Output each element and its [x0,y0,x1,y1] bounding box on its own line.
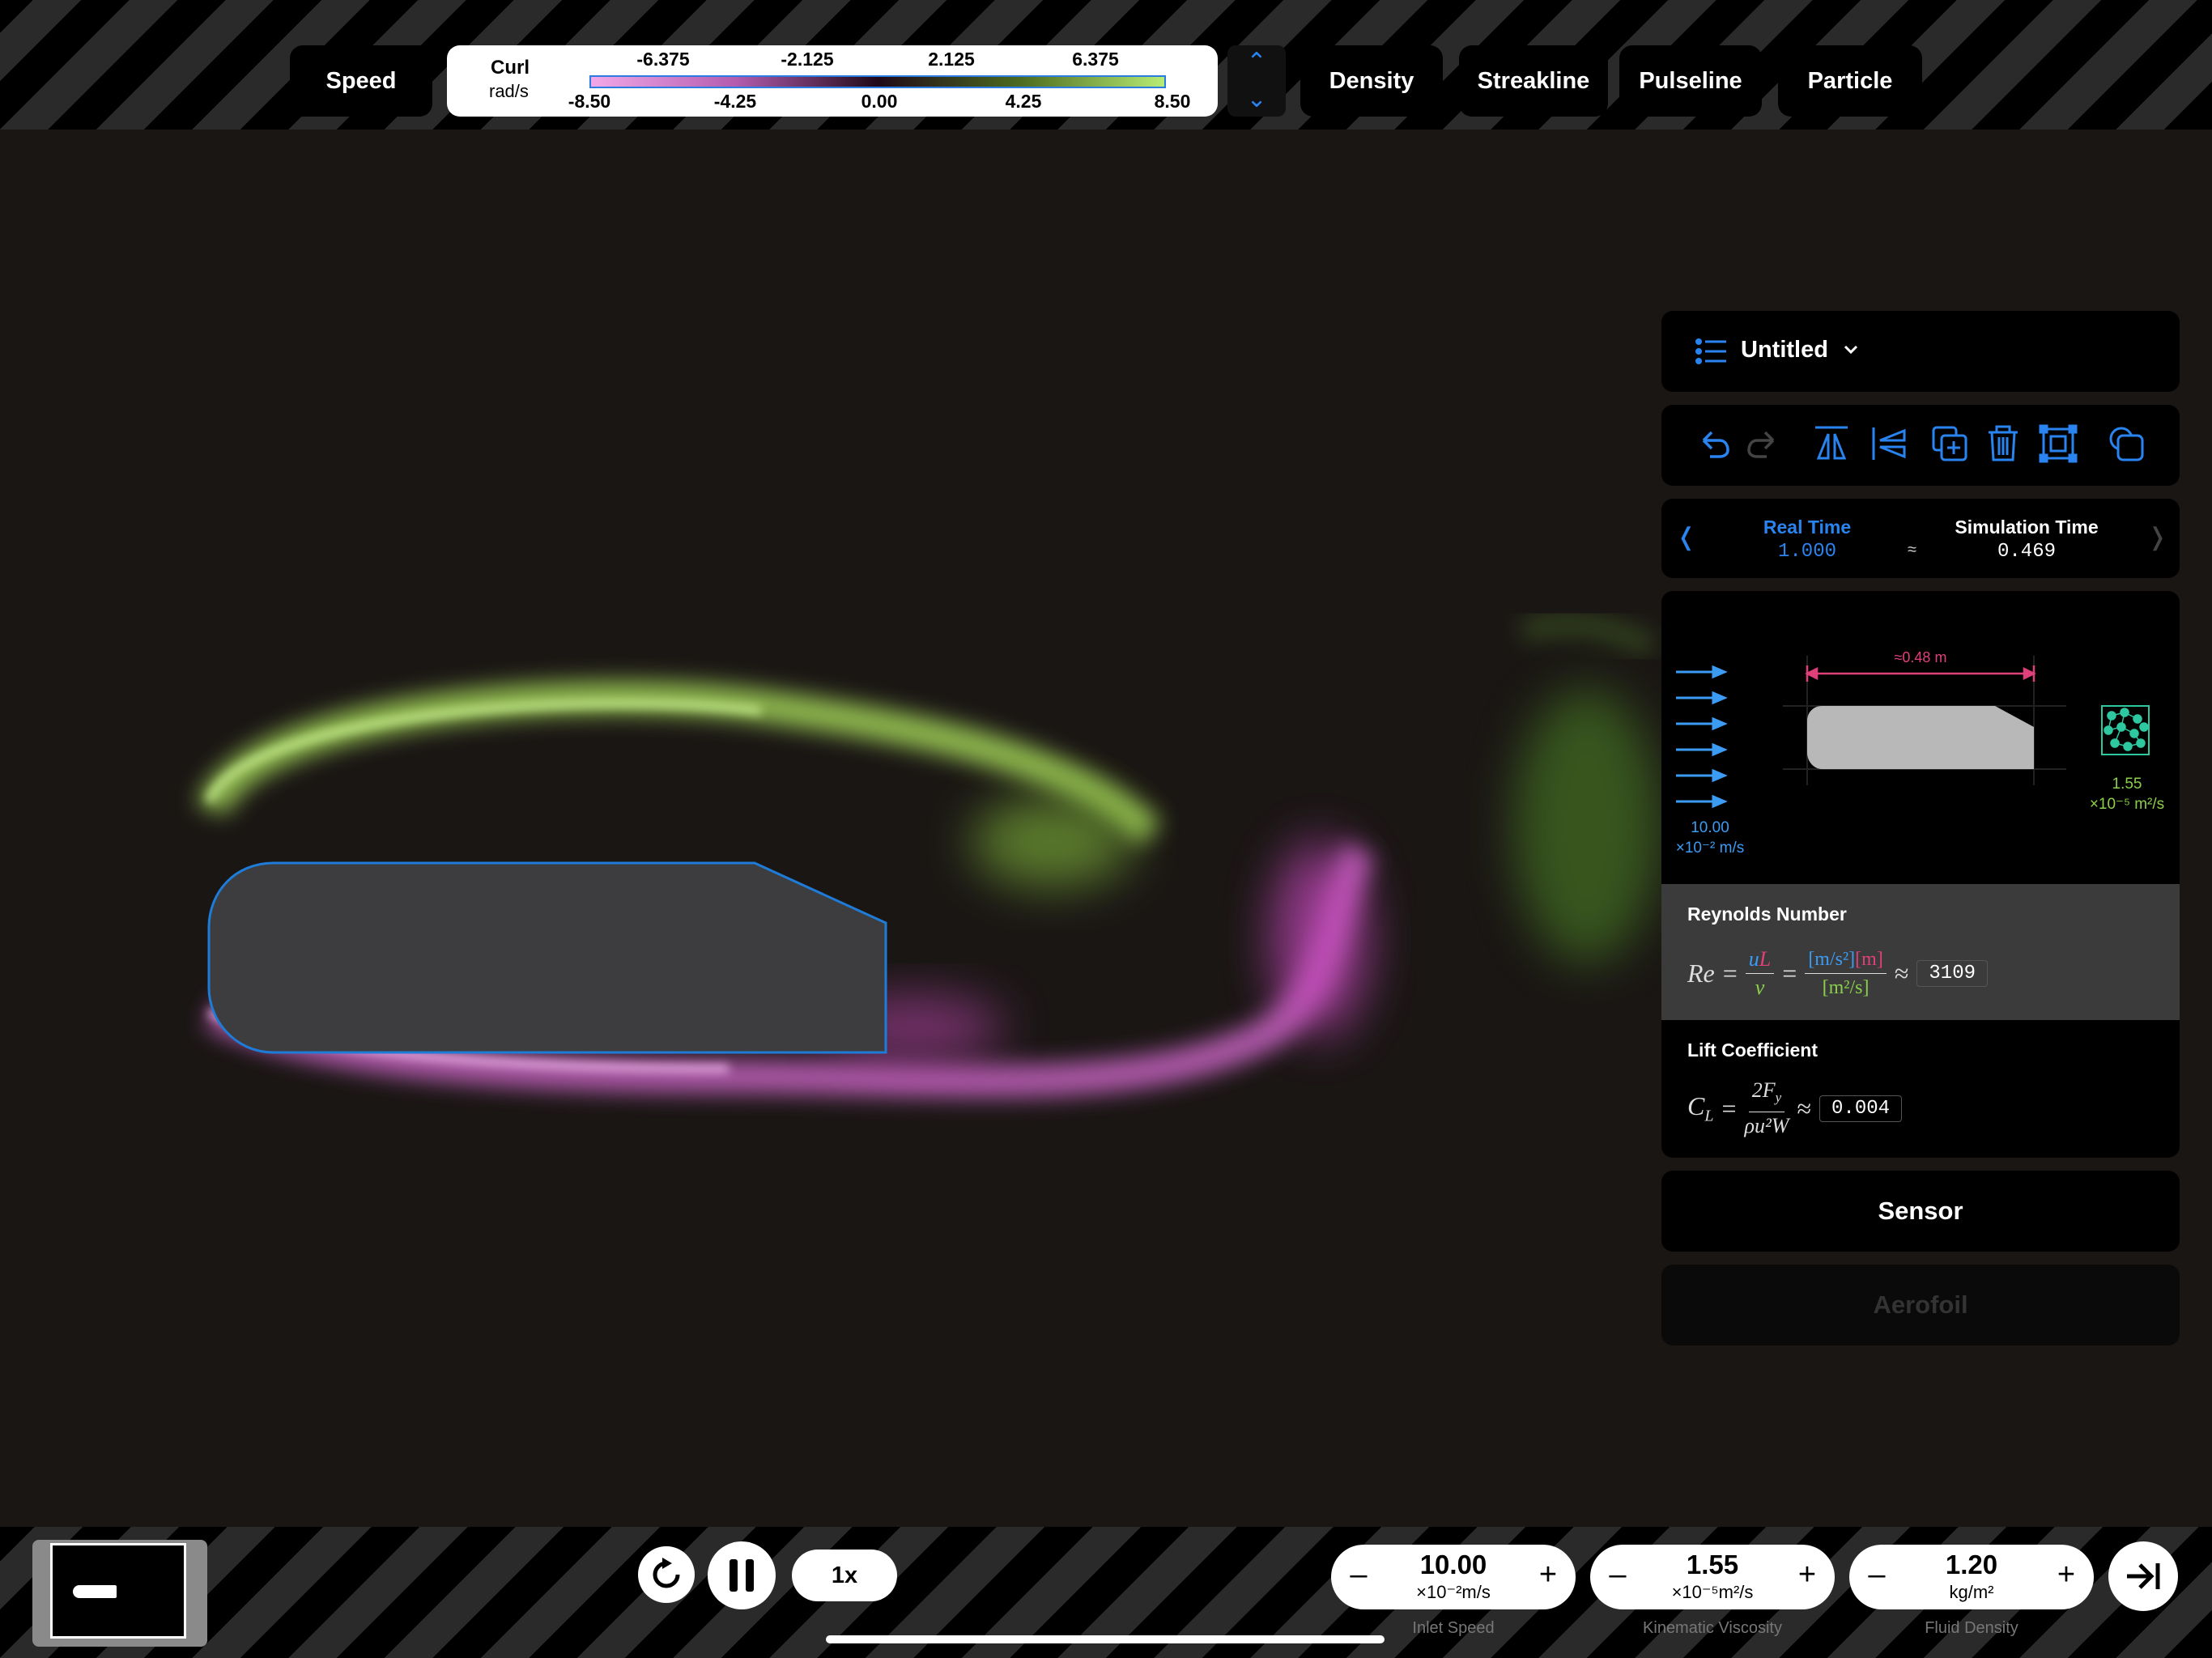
aerofoil-button[interactable]: Aerofoil [1661,1265,2180,1346]
reynolds-formula: Re = uL ν = [m/s²][m] [m²/s] ≈ 3109 [1687,941,1988,1005]
curl-colorbar[interactable]: Curl rad/s -6.375 -2.125 2.125 6.375 -8.… [447,45,1218,117]
playback-speed-button[interactable]: 1x [792,1550,897,1601]
lift-title: Lift Coefficient [1687,1039,1818,1061]
colorbar-top-tick: -6.375 [636,49,690,70]
mode-particle-button[interactable]: Particle [1778,45,1922,117]
density-stepper[interactable]: – 1.20 kg/m² + [1849,1545,2094,1609]
viscosity-unit-label: ×10⁻⁵ m²/s [2089,796,2165,813]
undo-icon[interactable] [1692,423,1734,465]
list-icon[interactable] [1695,338,1728,364]
reset-icon [653,1558,680,1588]
colorbar-top-tick: 6.375 [1072,49,1119,70]
inlet-value-label: 10.00 [1691,819,1729,836]
approx-symbol: ≈ [1908,541,1916,559]
minimap-body-thumbnail [73,1585,117,1598]
colorbar-title: Curl [491,57,530,79]
viscosity-label: Kinematic Viscosity [1643,1619,1782,1637]
chevron-up-icon[interactable]: ⌃ [1227,45,1286,79]
colorbar-bottom-tick: 0.00 [861,91,898,112]
colorbar-top-tick: 2.125 [928,49,975,70]
increase-button[interactable]: + [1532,1558,1564,1592]
colorbar-bottom-tick: -4.25 [713,91,757,112]
colorbar-bottom-tick: 4.25 [1005,91,1042,112]
chevron-right-icon[interactable]: ❭ [2147,523,2167,551]
chevron-down-icon[interactable] [1843,343,1859,356]
time-panel: ❬ Real Time 1.000 ≈ Simulation Time 0.46… [1661,499,2180,578]
lift-formula: CL = 2Fy ρu²W ≈ 0.004 [1687,1075,1903,1141]
colorbar-gradient[interactable] [589,75,1166,88]
reynolds-title: Reynolds Number [1687,903,1847,925]
colorbar-top-tick: -2.125 [781,49,834,70]
real-time-value: 1.000 [1777,541,1836,563]
reynolds-section[interactable]: Reynolds Number Re = uL ν = [m/s²][m] [m²… [1661,884,2180,1020]
mode-speed-button[interactable]: Speed [290,45,432,117]
reset-button[interactable] [638,1546,695,1603]
chevron-left-icon[interactable]: ❬ [1676,523,1696,551]
viscosity-value-label: 1.55 [2112,776,2142,793]
lift-value: 0.004 [1819,1095,1903,1122]
sensor-button[interactable]: Sensor [1661,1171,2180,1252]
colorbar-bottom-tick: -8.50 [568,91,611,112]
chevron-down-icon[interactable]: ⌃ [1227,79,1286,113]
shape-icon[interactable] [2105,423,2147,465]
simulation-time-label[interactable]: Simulation Time [1933,517,2120,538]
viscosity-stepper[interactable]: – 1.55 ×10⁻⁵m²/s + [1590,1545,1835,1609]
colorbar-bottom-tick: 8.50 [1154,91,1191,112]
increase-button[interactable]: + [1791,1558,1823,1592]
redo-icon[interactable] [1742,423,1784,465]
flip-vertical-icon[interactable] [1810,423,1853,465]
inlet-speed-stepper[interactable]: – 10.00 ×10⁻²m/s + [1331,1545,1576,1609]
project-title[interactable]: Untitled [1741,337,1828,363]
real-time-label[interactable]: Real Time [1726,517,1888,538]
duplicate-icon[interactable] [1929,423,1971,465]
project-header[interactable]: Untitled [1661,311,2180,392]
density-label: Fluid Density [1925,1619,2018,1637]
colorbar-stepper[interactable]: ⌃ ⌃ [1227,45,1286,117]
mode-streakline-button[interactable]: Streakline [1459,45,1608,117]
inlet-unit-label: ×10⁻² m/s [1675,840,1745,857]
simulation-time-value: 0.469 [1997,541,2056,563]
increase-button[interactable]: + [2050,1558,2082,1592]
mode-density-button[interactable]: Density [1300,45,1443,117]
colorbar-unit: rad/s [489,81,529,101]
collapse-panel-button[interactable] [2108,1541,2178,1611]
mode-pulseline-button[interactable]: Pulseline [1619,45,1762,117]
reynolds-value: 3109 [1916,959,1988,987]
home-indicator [826,1635,1385,1643]
length-label: ≈0.48 m [1894,649,1947,665]
pause-button[interactable] [708,1541,776,1609]
flip-horizontal-icon[interactable] [1869,423,1911,465]
minimap[interactable] [32,1540,207,1647]
obstacle-body[interactable] [207,861,887,1054]
edit-toolbar [1661,405,2180,486]
inlet-arrows [1676,665,1728,809]
info-panel: ≈0.48 m 10.00 ×10⁻² m/s 1.55 ×10⁻⁵ m²/s … [1661,591,2180,1158]
pause-icon [730,1559,754,1592]
trash-icon[interactable] [1982,423,2024,465]
select-frame-icon[interactable] [2037,423,2079,465]
collapse-panel-icon [2127,1563,2160,1589]
